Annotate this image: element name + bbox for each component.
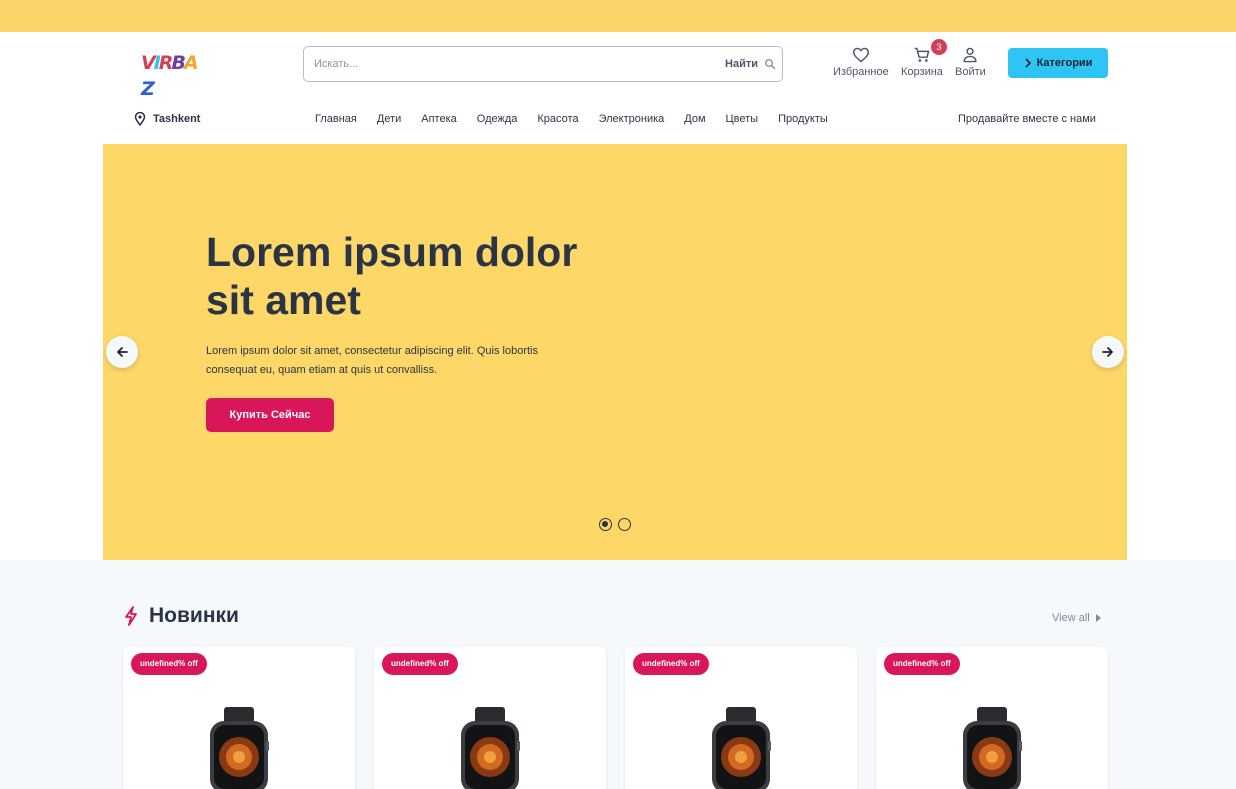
top-bar [0, 0, 1236, 32]
carousel-next-button[interactable] [1092, 336, 1124, 368]
location-selector[interactable]: Tashkent [134, 112, 200, 126]
product-card[interactable]: undefined% off [374, 647, 606, 789]
nav-item-pharmacy[interactable]: Аптека [421, 113, 457, 125]
carousel-dots [599, 518, 631, 531]
sell-with-us-link[interactable]: Продавайте вместе с нами [958, 113, 1096, 125]
product-card[interactable]: undefined% off [876, 647, 1108, 789]
hero-carousel: Lorem ipsum dolor sit amet Lorem ipsum d… [103, 144, 1127, 560]
login-label: Войти [955, 66, 986, 78]
nav-item-beauty[interactable]: Красота [537, 113, 578, 125]
view-all-label: View all [1052, 612, 1090, 624]
nav-item-electronics[interactable]: Электроника [599, 113, 665, 125]
view-all-link[interactable]: View all [1052, 612, 1101, 624]
product-card[interactable]: undefined% off [625, 647, 857, 789]
categories-label: Категории [1036, 57, 1093, 69]
search-input[interactable] [314, 55, 704, 73]
nav-item-flowers[interactable]: Цветы [726, 113, 759, 125]
user-icon [963, 47, 977, 63]
favorites-button[interactable]: Избранное [833, 47, 889, 78]
hero-title: Lorem ipsum dolor sit amet [206, 229, 578, 323]
new-arrivals-header: Новинки [123, 604, 239, 628]
chevron-right-icon [1024, 58, 1031, 68]
smartwatch-image [210, 707, 269, 789]
categories-button[interactable]: Категории [1008, 48, 1108, 78]
search-button[interactable]: Найти [725, 53, 776, 75]
discount-badge: undefined% off [633, 653, 709, 675]
arrow-left-icon [117, 347, 128, 357]
nav-item-groceries[interactable]: Продукты [778, 113, 828, 125]
lightning-icon [125, 606, 137, 626]
search-icon [765, 59, 776, 70]
product-card[interactable]: undefined% off [123, 647, 355, 789]
discount-badge: undefined% off [131, 653, 207, 675]
cart-count-badge: 3 [931, 39, 947, 55]
section-title: Новинки [149, 604, 239, 627]
logo[interactable]: VIRBAZ [141, 50, 205, 100]
header: VIRBAZ Найти Избранное Корзина 3 Войти К… [0, 32, 1236, 144]
buy-now-button[interactable]: Купить Сейчас [206, 398, 334, 432]
carousel-dot-1[interactable] [599, 518, 612, 531]
favorites-label: Избранное [833, 66, 889, 78]
discount-badge: undefined% off [884, 653, 960, 675]
nav-item-kids[interactable]: Дети [377, 113, 401, 125]
hero-text: Lorem ipsum dolor sit amet, consectetur … [206, 345, 538, 376]
cart-button[interactable]: Корзина 3 [901, 39, 947, 78]
location-label: Tashkent [153, 113, 201, 125]
nav-item-clothing[interactable]: Одежда [477, 113, 518, 125]
main-nav: Главная Дети Аптека Одежда Красота Элект… [315, 113, 848, 125]
nav-item-home[interactable]: Главная [315, 113, 357, 125]
map-pin-icon [134, 112, 146, 126]
arrow-right-icon [1102, 347, 1113, 357]
search-bar: Найти [303, 46, 783, 82]
cart-icon [914, 47, 930, 62]
smartwatch-image [461, 707, 520, 789]
carousel-dot-2[interactable] [618, 518, 631, 531]
carousel-prev-button[interactable] [106, 336, 138, 368]
cart-label: Корзина [901, 66, 943, 78]
discount-badge: undefined% off [382, 653, 458, 675]
nav-item-home-goods[interactable]: Дом [684, 113, 705, 125]
caret-right-icon [1095, 614, 1101, 622]
smartwatch-image [963, 707, 1022, 789]
search-button-label: Найти [725, 58, 758, 70]
login-button[interactable]: Войти [955, 47, 986, 78]
smartwatch-image [712, 707, 771, 789]
heart-icon [852, 47, 869, 63]
